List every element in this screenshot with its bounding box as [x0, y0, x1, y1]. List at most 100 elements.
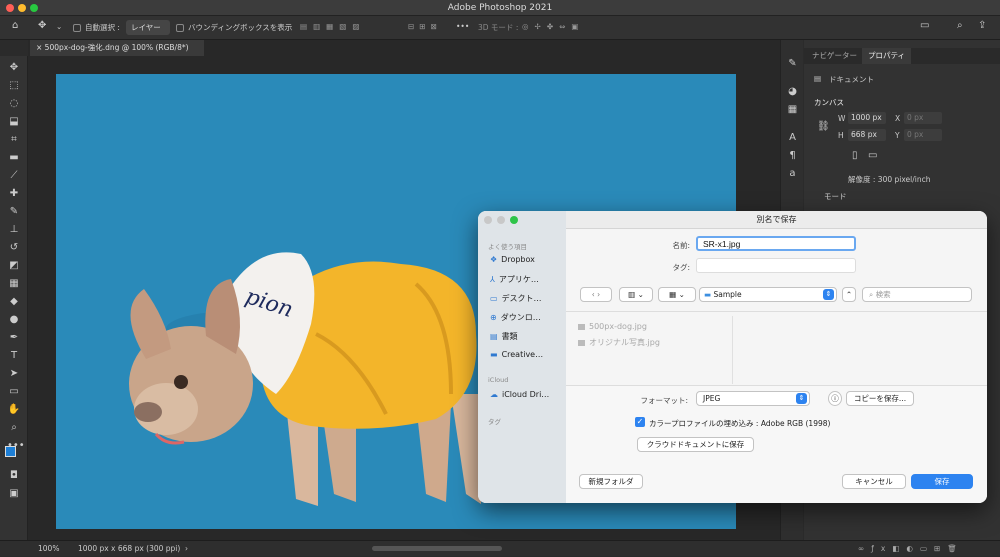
color-profile-checkbox[interactable]: ✓	[635, 417, 645, 427]
align-icons[interactable]: ▤▥▦▧▨	[300, 22, 365, 31]
width-field[interactable]: 1000 px	[848, 112, 886, 124]
dialog-zoom-button[interactable]	[510, 216, 518, 224]
sidebar-item-dropbox[interactable]: ❖ Dropbox	[490, 255, 564, 264]
move-tool-icon[interactable]: ✥	[7, 62, 21, 74]
folder-stepper-icon: ⇕	[823, 289, 834, 300]
sidebar-item-desktop[interactable]: ▭ デスクト…	[490, 293, 564, 304]
search-icon[interactable]: ⌕	[957, 20, 963, 31]
brush-settings-icon[interactable]: ✎	[786, 58, 799, 70]
save-button[interactable]: 保存	[911, 474, 973, 489]
filename-input[interactable]	[696, 236, 856, 251]
healing-brush-tool-icon[interactable]: ✚	[7, 188, 21, 200]
home-icon[interactable]: ⌂	[12, 20, 18, 31]
move-tool-icon[interactable]: ✥	[38, 20, 46, 31]
chevron-down-icon[interactable]: ⌄	[56, 22, 62, 31]
folder-select[interactable]: ▬ Sample ⇕	[699, 287, 837, 302]
sidebar-item-applications[interactable]: ⅄ アプリケ…	[490, 274, 564, 285]
close-window-button[interactable]	[6, 4, 14, 12]
swatches-icon[interactable]: ▦	[786, 104, 799, 116]
favorites-header: よく使う項目	[488, 243, 527, 251]
image-file-icon	[578, 339, 585, 346]
tab-properties[interactable]: プロパティ	[862, 48, 912, 64]
glyphs-icon[interactable]: a	[786, 168, 799, 180]
color-icon[interactable]: ◕	[786, 86, 799, 98]
format-select[interactable]: JPEG ⇕	[696, 391, 810, 406]
hand-tool-icon[interactable]: ✋	[7, 404, 21, 416]
document-info: 1000 px x 668 px (300 ppi)	[78, 544, 181, 553]
zoom-window-button[interactable]	[30, 4, 38, 12]
type-tool-icon[interactable]: T	[7, 350, 21, 362]
tag-input[interactable]	[696, 258, 856, 273]
view-columns-button[interactable]: ▥ ⌄	[619, 287, 653, 302]
distribute-icons[interactable]: ⊟⊞⊠	[408, 22, 442, 31]
eyedropper-tool-icon[interactable]: ⟋	[7, 170, 21, 182]
format-label: フォーマット:	[640, 396, 688, 405]
frame-tool-icon[interactable]: ▬	[7, 152, 21, 164]
close-tab-icon[interactable]: ×	[36, 43, 45, 52]
dialog-minimize-button[interactable]	[497, 216, 505, 224]
crop-tool-icon[interactable]: ⌗	[7, 134, 21, 146]
status-bar: 100% 1000 px x 668 px (300 ppi) › ∞ƒx◧◐▭…	[0, 540, 1000, 556]
layer-select[interactable]: レイヤー	[126, 20, 170, 35]
document-tab[interactable]: × 500px-dog-強化.dng @ 100% (RGB/8*)	[30, 40, 204, 56]
search-field[interactable]: ⌕ 検索	[862, 287, 972, 302]
foreground-color-swatch[interactable]	[5, 446, 16, 457]
y-field[interactable]: 0 px	[904, 129, 942, 141]
landscape-orientation-icon[interactable]: ▭	[868, 150, 877, 161]
view-grid-button[interactable]: ▦ ⌄	[658, 287, 696, 302]
horizontal-scrollbar[interactable]	[372, 546, 502, 551]
share-icon[interactable]: ⇪	[978, 20, 986, 31]
info-button[interactable]: ⓘ	[828, 391, 842, 406]
minimize-window-button[interactable]	[18, 4, 26, 12]
shape-tool-icon[interactable]: ▭	[7, 386, 21, 398]
marquee-tool-icon[interactable]: ⬚	[7, 80, 21, 92]
downloads-icon: ⊕	[490, 313, 497, 322]
tab-navigator[interactable]: ナビゲーター	[806, 48, 863, 64]
expand-collapse-button[interactable]: ⌃	[842, 287, 856, 302]
portrait-orientation-icon[interactable]: ▯	[852, 150, 858, 161]
blur-tool-icon[interactable]: ◆	[7, 296, 21, 308]
stamp-tool-icon[interactable]: ⊥	[7, 224, 21, 236]
resolution-text: 解像度 : 300 pixel/inch	[848, 175, 931, 184]
file-item[interactable]: 500px-dog.jpg	[578, 322, 647, 331]
eraser-tool-icon[interactable]: ◩	[7, 260, 21, 272]
height-field[interactable]: 668 px	[848, 129, 886, 141]
screen-mode-icon[interactable]: ▣	[7, 488, 21, 500]
back-forward-buttons[interactable]: ‹ ›	[580, 287, 612, 302]
auto-select-checkbox[interactable]: 自動選択 :	[73, 22, 120, 33]
zoom-level[interactable]: 100%	[38, 541, 59, 557]
gradient-tool-icon[interactable]: ▦	[7, 278, 21, 290]
3d-tools-icons[interactable]: ◎✢✤⇔▣	[522, 22, 584, 31]
workspace-icon[interactable]: ▭	[920, 20, 929, 31]
sidebar-item-downloads[interactable]: ⊕ ダウンロ…	[490, 312, 564, 323]
cancel-button[interactable]: キャンセル	[842, 474, 906, 489]
object-select-tool-icon[interactable]: ⬓	[7, 116, 21, 128]
link-icon[interactable]: ⛓	[817, 121, 830, 132]
pen-tool-icon[interactable]: ✒	[7, 332, 21, 344]
dialog-close-button[interactable]	[484, 216, 492, 224]
dodge-tool-icon[interactable]: ●	[7, 314, 21, 326]
sidebar-item-icloud-drive[interactable]: ☁ iCloud Dri…	[490, 390, 564, 399]
status-chevron-icon[interactable]: ›	[185, 541, 188, 557]
brush-tool-icon[interactable]: ✎	[7, 206, 21, 218]
quick-mask-icon[interactable]: ◘	[7, 470, 21, 482]
sidebar-item-creative[interactable]: ▬ Creative…	[490, 350, 564, 359]
new-folder-button[interactable]: 新規フォルダ	[579, 474, 643, 489]
file-item[interactable]: オリジナル写真.jpg	[578, 337, 660, 348]
path-select-tool-icon[interactable]: ➤	[7, 368, 21, 380]
lasso-tool-icon[interactable]: ◌	[7, 98, 21, 110]
character-icon[interactable]: A	[786, 132, 799, 144]
more-options-icon[interactable]: •••	[456, 22, 469, 31]
paragraph-icon[interactable]: ¶	[786, 150, 799, 162]
save-as-dialog: よく使う項目 ❖ Dropbox ⅄ アプリケ… ▭ デスクト… ⊕ ダウンロ… ▤ 書類…	[478, 211, 987, 503]
layer-actions-icons[interactable]: ∞ƒx◧◐▭⊞🗑	[858, 541, 964, 557]
bbox-checkbox[interactable]: バウンディングボックスを表示	[176, 22, 292, 33]
sidebar-item-label: Dropbox	[501, 255, 535, 264]
image-file-icon	[578, 323, 585, 330]
x-field[interactable]: 0 px	[904, 112, 942, 124]
save-copy-button[interactable]: コピーを保存...	[846, 391, 914, 406]
cloud-save-button[interactable]: クラウドドキュメントに保存	[637, 437, 754, 452]
sidebar-item-documents[interactable]: ▤ 書類	[490, 331, 564, 342]
history-brush-tool-icon[interactable]: ↺	[7, 242, 21, 254]
zoom-tool-icon[interactable]: ⌕	[7, 422, 21, 434]
